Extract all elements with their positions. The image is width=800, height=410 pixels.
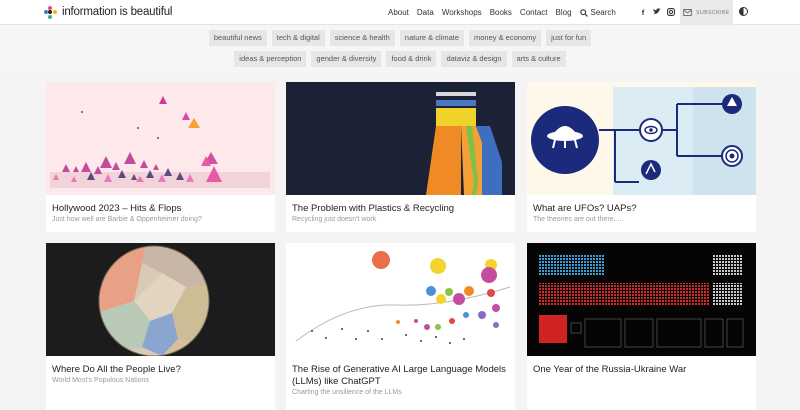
article-thumbnail[interactable]: [46, 82, 275, 195]
article-subtitle: Charting the unsilience of the LLMs: [292, 389, 402, 396]
theme-toggle-icon[interactable]: [739, 7, 748, 16]
tag-food-drink[interactable]: food & drink: [386, 51, 437, 67]
article-thumbnail[interactable]: [46, 243, 275, 356]
article-subtitle: Recycling just doesn't work: [292, 216, 377, 223]
article-title[interactable]: The Problem with Plastics & Recycling: [292, 203, 510, 215]
subscribe-button[interactable]: SUBSCRIBE: [680, 0, 733, 25]
logo-text: information is beautiful: [62, 6, 173, 18]
category-tags: beautiful news tech & digital science & …: [0, 25, 800, 74]
search-label: Search: [590, 8, 616, 17]
nav-about[interactable]: About: [388, 8, 409, 17]
twitter-icon[interactable]: [650, 8, 664, 17]
site-header: information is beautiful About Data Work…: [0, 0, 800, 25]
site-logo[interactable]: information is beautiful: [44, 4, 172, 20]
nav-books[interactable]: Books: [490, 8, 512, 17]
article-card[interactable]: Hollywood 2023 – Hits & Flops Just how w…: [46, 82, 275, 232]
article-card[interactable]: Where Do All the People Live? World Most…: [46, 243, 275, 410]
tag-gender-diversity[interactable]: gender & diversity: [311, 51, 382, 67]
tag-money-economy[interactable]: money & economy: [469, 30, 542, 46]
article-thumbnail[interactable]: [527, 82, 756, 195]
tag-dataviz-design[interactable]: dataviz & design: [441, 51, 507, 67]
tag-science-health[interactable]: science & health: [329, 30, 395, 46]
article-title[interactable]: Hollywood 2023 – Hits & Flops: [52, 203, 270, 215]
article-title[interactable]: One Year of the Russia-Ukraine War: [533, 364, 751, 376]
tag-nature-climate[interactable]: nature & climate: [399, 30, 464, 46]
main-nav: About Data Workshops Books Contact Blog …: [388, 0, 624, 25]
nav-blog[interactable]: Blog: [556, 8, 572, 17]
article-thumbnail[interactable]: [286, 243, 515, 356]
subscribe-label: SUBSCRIBE: [696, 9, 730, 16]
article-subtitle: World Most's Populous Nations: [52, 377, 149, 384]
mail-icon: [683, 9, 693, 16]
article-card[interactable]: What are UFOs? UAPs? The theories are ou…: [527, 82, 756, 232]
tag-beautiful-news[interactable]: beautiful news: [208, 30, 267, 46]
nav-workshops[interactable]: Workshops: [442, 8, 482, 17]
search-icon: [579, 8, 588, 17]
tag-just-for-fun[interactable]: just for fun: [546, 30, 592, 46]
article-card[interactable]: One Year of the Russia-Ukraine War: [527, 243, 756, 410]
tag-arts-culture[interactable]: arts & culture: [511, 51, 566, 67]
tag-tech-digital[interactable]: tech & digital: [271, 30, 325, 46]
article-card[interactable]: The Problem with Plastics & Recycling Re…: [286, 82, 515, 232]
article-title[interactable]: The Rise of Generative AI Large Language…: [292, 364, 510, 388]
tag-ideas-perception[interactable]: ideas & perception: [234, 51, 307, 67]
logo-dots-icon: [44, 5, 57, 19]
article-thumbnail[interactable]: [527, 243, 756, 356]
article-thumbnail[interactable]: [286, 82, 515, 195]
nav-data[interactable]: Data: [417, 8, 434, 17]
article-card[interactable]: The Rise of Generative AI Large Language…: [286, 243, 515, 410]
article-title[interactable]: What are UFOs? UAPs?: [533, 203, 751, 215]
facebook-icon[interactable]: f: [636, 8, 650, 17]
search-button[interactable]: Search: [579, 8, 616, 17]
article-title[interactable]: Where Do All the People Live?: [52, 364, 270, 376]
article-subtitle: The theories are out there.....: [533, 216, 624, 223]
instagram-icon[interactable]: [664, 7, 678, 18]
nav-contact[interactable]: Contact: [520, 8, 548, 17]
article-subtitle: Just how well are Barbie & Oppenheimer d…: [52, 216, 202, 223]
